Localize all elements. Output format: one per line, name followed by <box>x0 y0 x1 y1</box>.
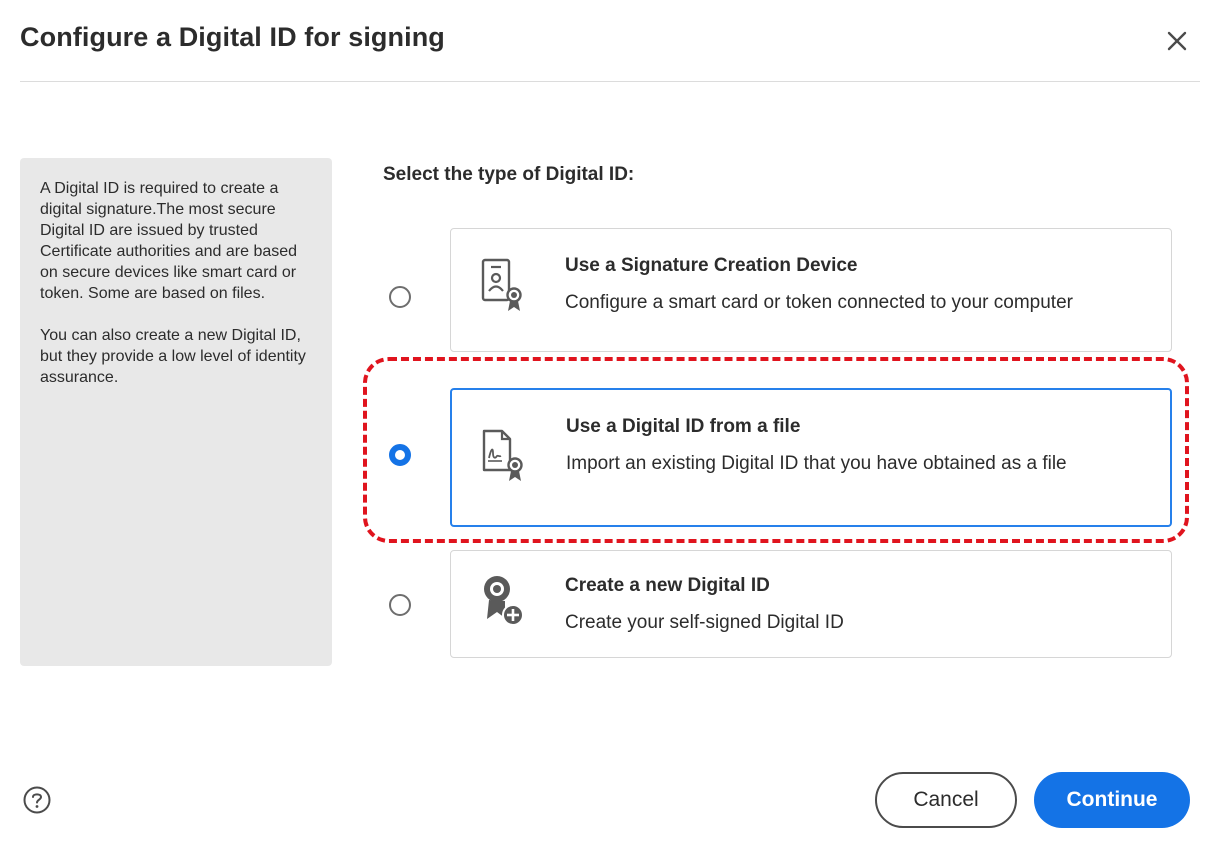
header-divider <box>20 81 1200 82</box>
option-description: Create your self-signed Digital ID <box>565 612 844 633</box>
info-panel: A Digital ID is required to create a dig… <box>20 158 332 666</box>
option-card-digital-id-file[interactable]: Use a Digital ID from a file Import an e… <box>450 388 1172 527</box>
help-button[interactable] <box>22 785 52 815</box>
select-type-heading: Select the type of Digital ID: <box>383 164 635 185</box>
cancel-button[interactable]: Cancel <box>875 772 1017 828</box>
radio-digital-id-file[interactable] <box>389 444 411 466</box>
option-title: Use a Digital ID from a file <box>566 416 801 437</box>
radio-create-digital-id[interactable] <box>389 594 411 616</box>
signature-device-icon <box>481 258 522 311</box>
continue-button[interactable]: Continue <box>1034 772 1190 828</box>
close-button[interactable] <box>1160 24 1194 58</box>
dialog-title: Configure a Digital ID for signing <box>20 22 445 52</box>
info-paragraph-1: A Digital ID is required to create a dig… <box>40 180 298 302</box>
option-title: Use a Signature Creation Device <box>565 255 858 276</box>
configure-digital-id-dialog: Configure a Digital ID for signing A Dig… <box>0 0 1219 841</box>
option-title: Create a new Digital ID <box>565 575 770 596</box>
option-description: Import an existing Digital ID that you h… <box>566 453 1067 474</box>
close-icon <box>1167 31 1187 51</box>
digital-id-file-icon <box>482 429 523 481</box>
info-paragraph-2: You can also create a new Digital ID, bu… <box>40 327 306 386</box>
radio-signature-device[interactable] <box>389 286 411 308</box>
help-icon <box>23 786 51 814</box>
option-description: Configure a smart card or token connecte… <box>565 292 1073 313</box>
option-card-create-digital-id[interactable]: Create a new Digital ID Create your self… <box>450 550 1172 658</box>
option-card-signature-device[interactable]: Use a Signature Creation Device Configur… <box>450 228 1172 352</box>
create-digital-id-icon <box>484 576 524 626</box>
